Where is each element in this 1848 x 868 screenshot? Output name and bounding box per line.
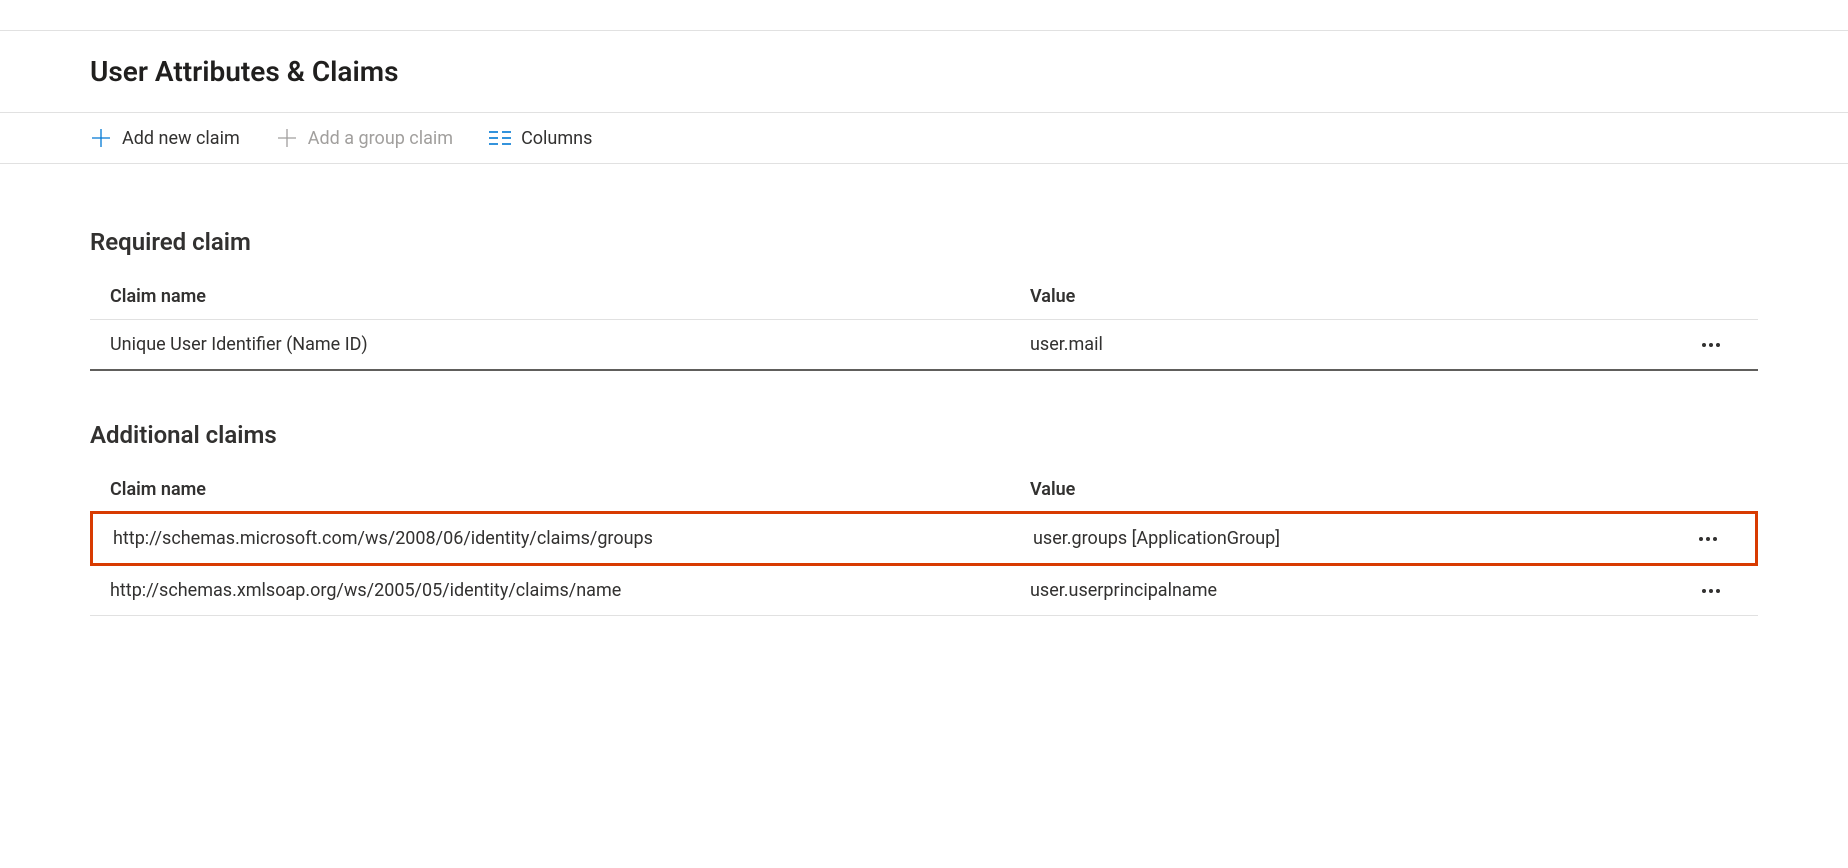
- claim-value-cell: user.userprincipalname: [1030, 580, 1390, 601]
- add-new-claim-label: Add new claim: [122, 128, 240, 149]
- additional-claims-table: Claim name Value http://schemas.microsof…: [90, 467, 1758, 616]
- table-header: Claim name Value: [90, 274, 1758, 320]
- column-header-claim-name[interactable]: Claim name: [110, 479, 1030, 500]
- additional-claims-heading: Additional claims: [90, 421, 1758, 449]
- columns-button[interactable]: Columns: [489, 127, 592, 149]
- row-actions-button[interactable]: [1691, 533, 1725, 545]
- claim-name-cell: http://schemas.xmlsoap.org/ws/2005/05/id…: [110, 580, 1030, 601]
- table-row[interactable]: Unique User Identifier (Name ID) user.ma…: [90, 320, 1758, 371]
- row-actions-button[interactable]: [1694, 339, 1728, 351]
- claim-value-cell: user.mail: [1030, 334, 1390, 355]
- column-header-claim-name[interactable]: Claim name: [110, 286, 1030, 307]
- more-icon: [1699, 537, 1703, 541]
- table-row[interactable]: http://schemas.microsoft.com/ws/2008/06/…: [90, 511, 1758, 566]
- toolbar: Add new claim Add a group claim: [0, 112, 1848, 164]
- claim-name-cell: Unique User Identifier (Name ID): [110, 334, 1030, 355]
- plus-icon: [276, 127, 298, 149]
- add-group-claim-label: Add a group claim: [308, 128, 453, 149]
- more-icon: [1713, 537, 1717, 541]
- required-claim-heading: Required claim: [90, 228, 1758, 256]
- table-row[interactable]: http://schemas.xmlsoap.org/ws/2005/05/id…: [90, 566, 1758, 616]
- more-icon: [1716, 343, 1720, 347]
- columns-icon: [489, 127, 511, 149]
- required-claims-table: Claim name Value Unique User Identifier …: [90, 274, 1758, 371]
- plus-icon: [90, 127, 112, 149]
- table-header: Claim name Value: [90, 467, 1758, 513]
- column-header-value[interactable]: Value: [1030, 479, 1390, 500]
- more-icon: [1716, 589, 1720, 593]
- more-icon: [1709, 343, 1713, 347]
- more-icon: [1706, 537, 1710, 541]
- more-icon: [1702, 343, 1706, 347]
- add-group-claim-button: Add a group claim: [276, 127, 453, 149]
- more-icon: [1709, 589, 1713, 593]
- columns-label: Columns: [521, 128, 592, 149]
- column-header-value[interactable]: Value: [1030, 286, 1390, 307]
- add-new-claim-button[interactable]: Add new claim: [90, 127, 240, 149]
- row-actions-button[interactable]: [1694, 585, 1728, 597]
- claim-name-cell: http://schemas.microsoft.com/ws/2008/06/…: [113, 528, 1033, 549]
- page-title: User Attributes & Claims: [0, 31, 1848, 112]
- claim-value-cell: user.groups [ApplicationGroup]: [1033, 528, 1393, 549]
- more-icon: [1702, 589, 1706, 593]
